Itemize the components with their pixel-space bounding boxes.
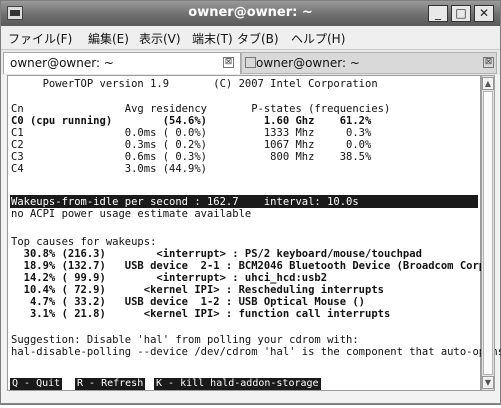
terminal-icon (245, 57, 256, 68)
tab-close-icon[interactable]: ⊠ (483, 57, 494, 68)
menu-bar: ファイル(F) 編集(E) 表示(V) 端末(T) タブ(B) ヘルプ(H) (1, 26, 500, 50)
minimize-button[interactable]: _ (428, 5, 448, 22)
scroll-thumb[interactable] (483, 91, 493, 375)
refresh-key[interactable]: R - Refresh (75, 378, 146, 390)
tab-label: owner@owner: ~ (10, 56, 114, 70)
cstate-row: C1 0.0ms ( 0.0%) 1333 Mhz 0.3% (11, 127, 372, 139)
maximize-button[interactable]: □ (451, 5, 471, 22)
acpi-line: no ACPI power usage estimate available (11, 208, 252, 220)
menu-help[interactable]: ヘルプ(H) (291, 30, 345, 47)
terminal-output[interactable]: PowerTOP version 1.9 (C) 2007 Intel Corp… (7, 75, 501, 391)
cstate-row: C0 (cpu running) (54.6%) 1.60 Ghz 61.2% (11, 115, 372, 127)
cause-row: 14.2% ( 99.9) <interrupt> : uhci_hcd:usb… (11, 272, 328, 284)
powertop-header: PowerTOP version 1.9 (C) 2007 Intel Corp… (11, 78, 378, 90)
menu-view[interactable]: 表示(V) (139, 30, 181, 47)
cause-row: 18.9% (132.7) USB device 2-1 : BCM2046 B… (11, 260, 492, 272)
cause-row: 4.7% ( 33.2) USB device 1-2 : USB Optica… (11, 296, 366, 308)
cstate-row: C4 3.0ms (44.9%) (11, 163, 207, 175)
tab-bar: owner@owner: ~ ⊠ owner@owner: ~ ⊠ (1, 50, 500, 75)
kill-key[interactable]: K - kill hald-addon-storage (154, 378, 321, 390)
wakeups-line: Wakeups-from-idle per second : 162.7 int… (11, 196, 359, 208)
menu-file[interactable]: ファイル(F) (8, 30, 72, 47)
cause-row: 10.4% ( 72.9) <kernel IPI> : Reschedulin… (11, 284, 384, 296)
terminal-window: owner@owner: ~ _ □ ✕ ファイル(F) 編集(E) 表示(V)… (0, 0, 501, 405)
tab-close-icon[interactable]: ⊠ (223, 57, 234, 68)
menu-edit[interactable]: 編集(E) (88, 30, 129, 47)
tab-label: owner@owner: ~ (256, 56, 360, 70)
cstate-row: C3 0.6ms ( 0.3%) 800 Mhz 38.5% (11, 151, 372, 163)
cstates-header: Cn Avg residency P-states (frequencies) (11, 103, 391, 115)
tab-terminal-2[interactable]: owner@owner: ~ ⊠ (241, 52, 497, 74)
close-button[interactable]: ✕ (474, 5, 494, 22)
cstate-row: C2 0.3ms ( 0.2%) 1067 Mhz 0.0% (11, 139, 372, 151)
menu-tabs[interactable]: タブ(B) (237, 30, 279, 47)
menu-terminal[interactable]: 端末(T) (192, 30, 233, 47)
quit-key[interactable]: Q - Quit (10, 378, 63, 390)
suggestion-command: hal-disable-polling --device /dev/cdrom … (11, 346, 501, 358)
title-bar[interactable]: owner@owner: ~ _ □ ✕ (1, 1, 500, 26)
vertical-scrollbar[interactable]: ▲ ▼ (481, 75, 495, 391)
scroll-down-icon[interactable]: ▼ (482, 376, 494, 389)
window-title: owner@owner: ~ (188, 5, 313, 20)
scroll-up-icon[interactable]: ▲ (482, 77, 494, 90)
cause-row: 3.1% ( 21.8) <kernel IPI> : function cal… (11, 308, 391, 320)
cause-row: 30.8% (216.3) <interrupt> : PS/2 keyboar… (11, 248, 422, 260)
top-causes-header: Top causes for wakeups: (11, 236, 157, 248)
tab-terminal-1[interactable]: owner@owner: ~ ⊠ (3, 52, 241, 74)
suggestion-line: Suggestion: Disable 'hal' from polling y… (11, 334, 359, 346)
divider (0, 403, 501, 404)
